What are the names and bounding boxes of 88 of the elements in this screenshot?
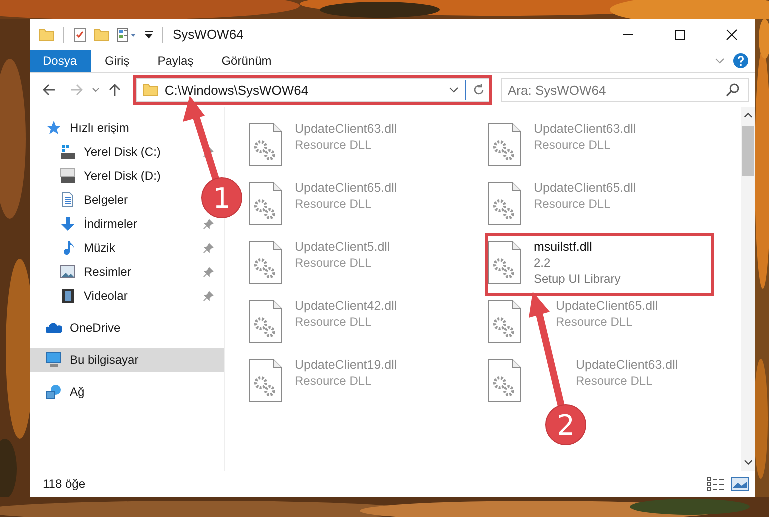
- address-bar[interactable]: C:\Windows\SysWOW64: [136, 78, 492, 102]
- scrollbar[interactable]: [741, 107, 755, 471]
- file-name: UpdateClient42.dll: [295, 298, 398, 314]
- file-gears-icon: [488, 359, 522, 403]
- pin-icon[interactable]: [203, 242, 214, 254]
- file-gears-icon: [488, 182, 522, 226]
- file-gears-icon: [249, 241, 283, 285]
- file-gears-icon: [249, 123, 283, 167]
- step-number: 2: [557, 409, 575, 442]
- file-detail: 2.2: [534, 255, 552, 271]
- scrollbar-thumb[interactable]: [742, 126, 754, 176]
- dropdown-arrow-icon[interactable]: [144, 30, 154, 40]
- file-name: msuilstf.dll: [534, 239, 594, 255]
- file-detail: Resource DLL: [534, 137, 612, 153]
- folder-icon: [142, 82, 159, 98]
- back-arrow-icon[interactable]: [42, 83, 56, 97]
- sidebar-item[interactable]: Müzik: [30, 236, 224, 260]
- file-gears-icon: [488, 123, 522, 167]
- search-icon[interactable]: [726, 83, 740, 97]
- chevron-down-icon[interactable]: [744, 458, 752, 467]
- file-gears-icon: [249, 359, 283, 403]
- step-badge: [202, 178, 242, 218]
- file-gears-icon: [488, 300, 522, 344]
- step-badge: [546, 404, 586, 446]
- file-detail: Resource DLL: [534, 196, 612, 212]
- file-name: UpdateClient65.dll: [295, 180, 398, 196]
- pin-icon[interactable]: [203, 266, 214, 278]
- help-icon[interactable]: [733, 53, 749, 69]
- sidebar-item[interactable]: Videolar: [30, 284, 224, 308]
- maximize-icon: [674, 28, 686, 40]
- documents-icon: [60, 192, 76, 208]
- pictures-icon: [60, 264, 76, 280]
- file-gears-icon: [488, 241, 522, 285]
- file-name: UpdateClient19.dll: [295, 357, 398, 373]
- ribbon-tab[interactable]: Dosya: [30, 50, 92, 72]
- network-icon: [46, 384, 62, 400]
- window-title: SysWOW64: [173, 27, 244, 42]
- checklist-icon[interactable]: [72, 26, 88, 42]
- file-detail: Resource DLL: [295, 373, 373, 389]
- ribbon-tab[interactable]: Görünüm: [208, 50, 286, 72]
- star-icon: [46, 120, 62, 136]
- drive-icon: [60, 168, 76, 184]
- sidebar-item[interactable]: İndirmeler: [30, 212, 224, 236]
- file-name: UpdateClient63.dll: [295, 121, 398, 137]
- file-name: UpdateClient63.dll: [576, 357, 678, 373]
- drive-c-icon: [60, 144, 76, 160]
- file-item[interactable]: msuilstf.dll 2.2 Setup UI Library: [488, 241, 621, 287]
- item-count: 118 öğe: [43, 477, 86, 491]
- sidebar-item[interactable]: Bu bilgisayar: [30, 348, 224, 372]
- pin-icon[interactable]: [203, 218, 214, 230]
- file-gears-icon: [249, 300, 283, 344]
- refresh-icon[interactable]: [472, 83, 486, 97]
- file-name: UpdateClient65.dll: [534, 180, 636, 196]
- file-gears-icon: [249, 182, 283, 226]
- close-icon: [726, 28, 738, 40]
- sidebar-item[interactable]: Belgeler: [30, 188, 146, 212]
- file-detail: Resource DLL: [576, 373, 654, 389]
- file-detail: Resource DLL: [295, 314, 373, 330]
- properties-icon[interactable]: [116, 26, 138, 42]
- up-arrow-icon[interactable]: [108, 83, 122, 97]
- pin-icon[interactable]: [203, 146, 214, 158]
- chevron-up-icon[interactable]: [744, 111, 752, 120]
- download-icon: [60, 216, 76, 232]
- file-detail: Setup UI Library: [534, 271, 621, 287]
- tiles-view-icon[interactable]: [731, 476, 749, 492]
- step-number: 1: [213, 182, 231, 215]
- file-detail: Resource DLL: [556, 314, 634, 330]
- pin-icon[interactable]: [203, 290, 214, 302]
- sidebar-item[interactable]: Hızlı erişim: [30, 116, 224, 140]
- computer-icon: [46, 352, 62, 368]
- chevron-down-icon[interactable]: [449, 85, 460, 95]
- file-name: UpdateClient65.dll: [556, 298, 658, 314]
- search-field[interactable]: Ara: SysWOW64: [501, 78, 750, 102]
- details-view-icon[interactable]: [707, 476, 725, 492]
- sidebar-item[interactable]: Resimler: [30, 260, 224, 284]
- address-path: C:\Windows\SysWOW64: [164, 82, 309, 98]
- ribbon-tab[interactable]: Giriş: [91, 50, 144, 72]
- sidebar-item[interactable]: Ağ: [30, 380, 224, 404]
- sidebar-item[interactable]: Yerel Disk (C:): [30, 140, 224, 164]
- videos-icon: [60, 288, 76, 304]
- sidebar-item[interactable]: OneDrive: [30, 316, 224, 340]
- file-detail: Resource DLL: [295, 196, 373, 212]
- file-detail: Resource DLL: [295, 255, 373, 271]
- file-detail: Resource DLL: [295, 137, 373, 153]
- sidebar-item[interactable]: Yerel Disk (D:): [30, 164, 179, 188]
- ribbon-tab[interactable]: Paylaş: [144, 50, 208, 72]
- file-name: UpdateClient63.dll: [534, 121, 636, 137]
- file-name: UpdateClient5.dll: [295, 239, 390, 255]
